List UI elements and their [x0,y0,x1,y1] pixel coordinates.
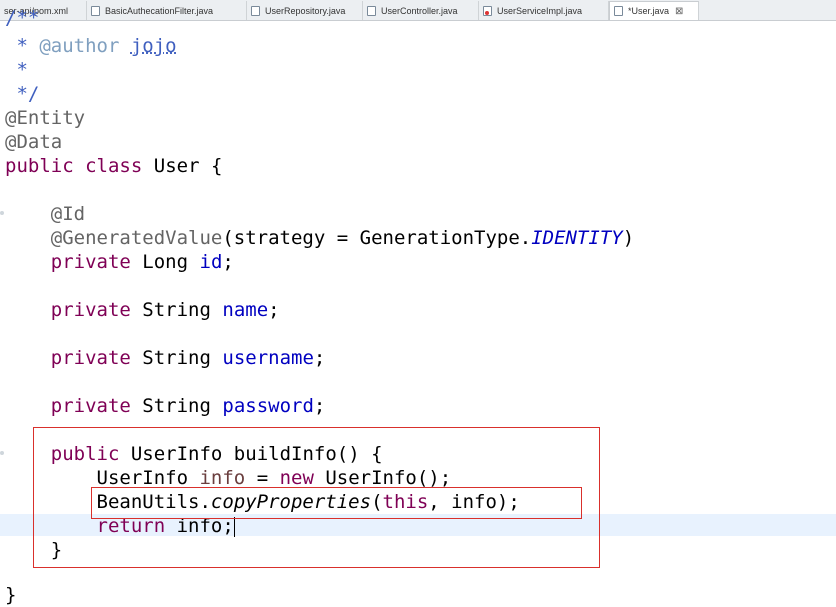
highlight-box-copy-properties [91,487,582,519]
tab-user-controller[interactable]: UserController.java [363,1,479,20]
tab-user-java[interactable]: *User.java ⊠ [609,1,699,20]
code-line-7: public class User { [5,155,223,177]
code-line-25: } [5,584,17,606]
java-file-error-icon [483,5,492,16]
code-line-2: * @author jojo [5,35,177,57]
tab-user-service-impl[interactable]: UserServiceImpl.java [479,1,609,20]
tab-basic-authecation-filter[interactable]: BasicAuthecationFilter.java [87,1,247,20]
tab-label: UserRepository.java [265,5,346,16]
code-line-9: @Id [50,203,86,225]
code-line-6: @Data [5,131,63,153]
code-line-5: @Entity [5,107,86,129]
fold-marker[interactable] [0,211,4,215]
code-line-11: private Long id; [50,251,234,273]
tab-user-repository[interactable]: UserRepository.java [247,1,363,20]
code-line-13: private String name; [50,299,280,321]
code-line-1: /** [5,7,40,29]
java-file-icon [91,5,100,16]
close-icon[interactable]: ⊠ [675,6,683,17]
code-line-15: private String username; [50,347,326,369]
editor-tab-bar: ser-api/pom.xml BasicAuthecationFilter.j… [0,0,836,21]
java-file-icon [614,6,623,16]
java-file-icon [251,5,260,16]
tab-label: BasicAuthecationFilter.java [105,5,214,16]
java-file-icon [367,5,376,16]
fold-marker[interactable] [0,451,4,455]
tab-label: UserServiceImpl.java [497,5,583,16]
code-line-17: private String password; [50,395,326,417]
code-editor[interactable]: /** * @author jojo * */ @Entity @Data pu… [0,7,836,606]
code-line-4: */ [16,83,40,105]
tab-label: *User.java [628,6,670,16]
code-line-3: * [16,59,28,81]
tab-label: UserController.java [381,5,458,16]
code-line-10: @GeneratedValue(strategy = GenerationTyp… [50,227,635,249]
